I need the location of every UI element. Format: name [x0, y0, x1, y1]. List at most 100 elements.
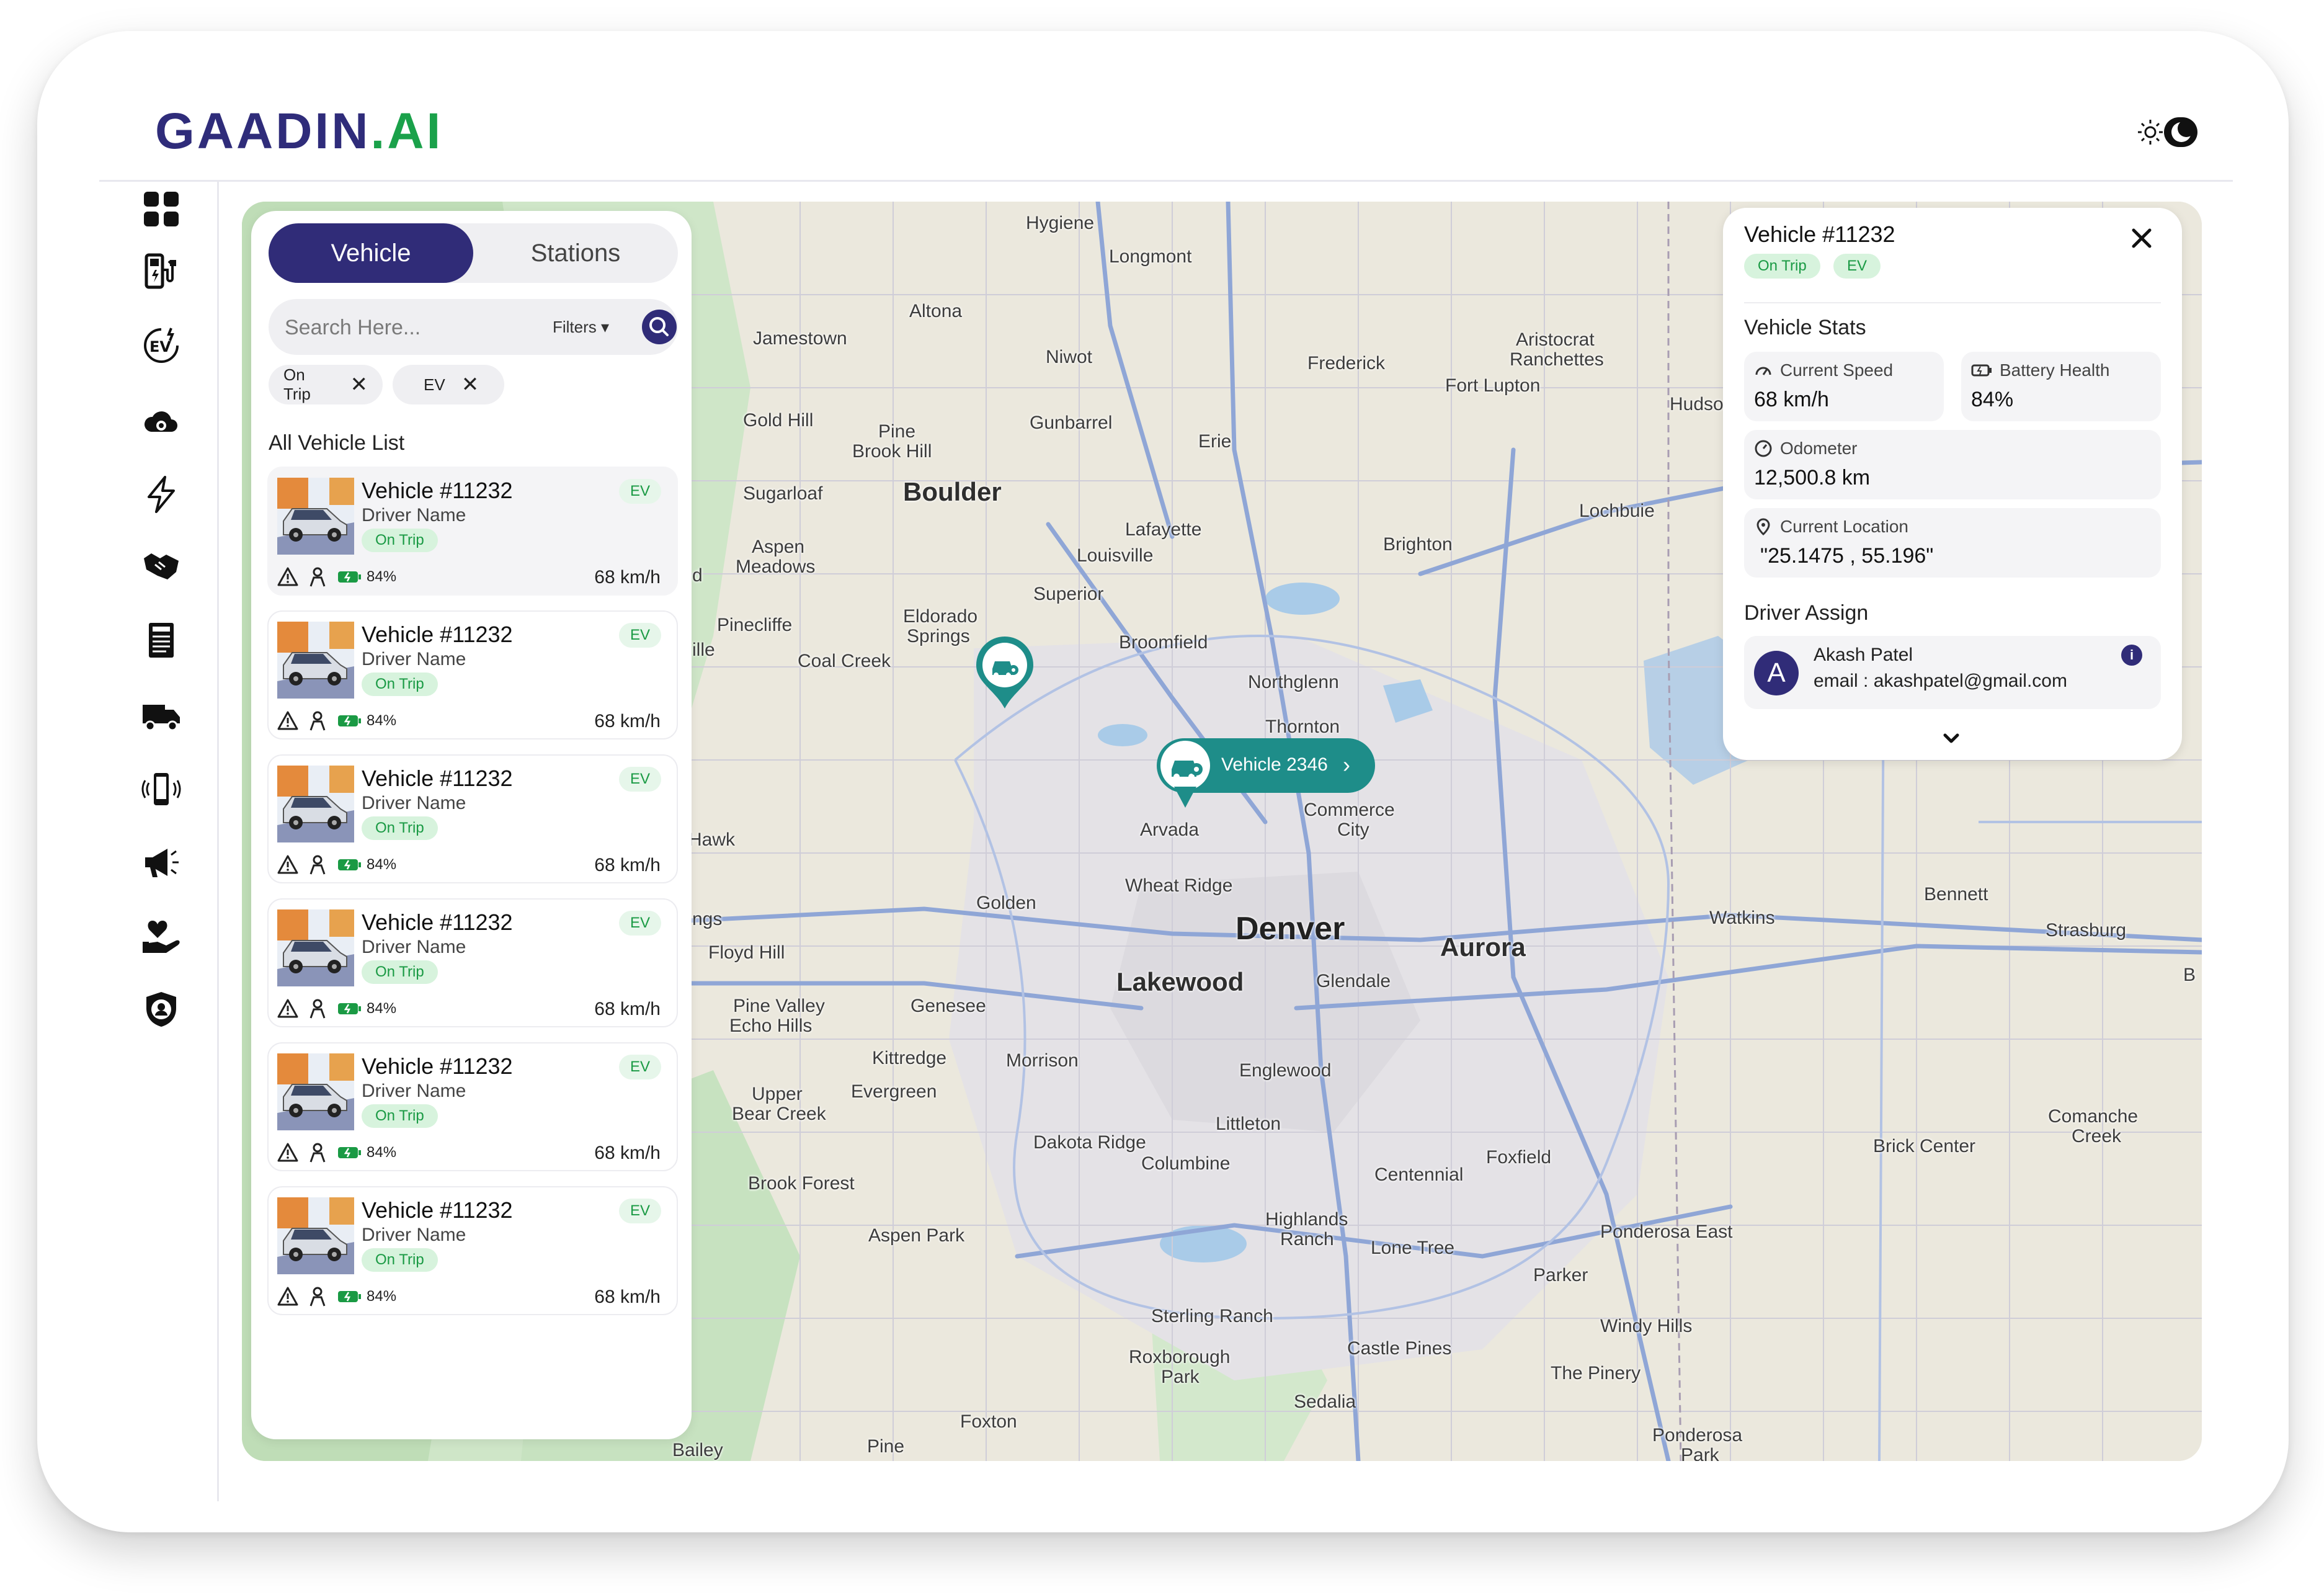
vehicle-thumbnail [277, 909, 354, 986]
map-label: Englewood [1239, 1060, 1332, 1081]
battery-charging-icon [338, 1147, 361, 1158]
map-label: Windy Hills [1600, 1316, 1693, 1336]
vehicle-thumbnail [277, 766, 354, 842]
truck-icon[interactable] [141, 696, 181, 736]
lightning-icon[interactable] [141, 475, 181, 514]
mobile-vibrate-icon[interactable] [141, 769, 181, 809]
battery-level: 84% [367, 1000, 397, 1017]
status-badge: On Trip [362, 816, 438, 840]
svg-text:EV: EV [149, 338, 171, 355]
map-label: Aspen Park [868, 1225, 965, 1246]
map-label: Park [1161, 1367, 1200, 1387]
ev-badge-icon[interactable]: EV [141, 326, 181, 365]
vehicle-thumbnail-image [277, 909, 354, 986]
map-label: Pine [878, 421, 916, 442]
vehicle-list-item[interactable]: Vehicle #11232 Driver Name On Trip EV 84% 68 … [267, 898, 678, 1027]
filters-dropdown[interactable]: Filters ▾ [553, 318, 609, 337]
close-icon: ✕ [461, 373, 479, 396]
filter-chip-on-trip[interactable]: On Trip ✕ [269, 365, 383, 404]
vehicle-name: Vehicle #11232 [362, 766, 513, 791]
driver-name: Driver Name [362, 1081, 466, 1101]
close-button[interactable] [2125, 221, 2158, 255]
map-label: Springs [907, 626, 970, 646]
vehicle-detail-panel: Vehicle #11232 On Trip EV Vehicle Stats … [1723, 208, 2182, 760]
warning-icon [277, 711, 298, 730]
map-label: Hudso [1670, 394, 1724, 414]
driver-card[interactable]: A Akash Patel email : akashpatel@gmail.c… [1744, 636, 2161, 709]
map-label: Aurora [1440, 932, 1526, 962]
battery-icon [1971, 364, 1992, 377]
vehicle-list-item[interactable]: Vehicle #11232 Driver Name On Trip EV 84% 68 … [267, 610, 678, 739]
map-label: Gold Hill [743, 410, 814, 431]
type-badge: EV [619, 479, 662, 504]
close-icon: ✕ [350, 373, 368, 396]
vehicle-name: Vehicle #11232 [362, 622, 513, 647]
map-label: Glendale [1316, 971, 1391, 991]
vehicle-indicators: 84% [277, 1142, 396, 1164]
vehicle-list-item[interactable]: Vehicle #11232 Driver Name On Trip EV 84% 68 … [267, 467, 678, 596]
driver-icon [309, 1143, 326, 1163]
speed-stat: Current Speed 68 km/h [1744, 352, 1944, 421]
map-label: Hawk [688, 829, 736, 850]
expand-button[interactable] [1939, 729, 1964, 748]
sidebar-divider [217, 180, 219, 1501]
theme-toggle[interactable] [2137, 115, 2199, 150]
vehicle-thumbnail-image [277, 1197, 354, 1274]
vehicle-list-item[interactable]: Vehicle #11232 Driver Name On Trip EV 84% 68 … [267, 1042, 678, 1171]
map-label: Evergreen [851, 1081, 937, 1102]
app-logo: GAADIN.AI [155, 103, 443, 159]
map-label: Creek [2072, 1126, 2122, 1146]
vehicle-thumbnail [277, 1053, 354, 1130]
type-badge: EV [619, 1055, 662, 1079]
map-label: Aspen [752, 537, 805, 557]
filter-chip-ev[interactable]: EV ✕ [393, 365, 504, 404]
tab-stations[interactable]: Stations [473, 223, 678, 283]
megaphone-icon[interactable] [141, 842, 181, 882]
handshake-icon[interactable] [141, 546, 181, 586]
odometer-stat: Odometer 12,500.8 km [1744, 430, 2161, 499]
map-label: Ranchettes [1510, 349, 1604, 370]
cloud-settings-icon[interactable] [141, 402, 181, 442]
map-label: Wheat Ridge [1125, 875, 1233, 896]
map-label: Morrison [1006, 1050, 1079, 1071]
map-label: Coal Creek [798, 651, 891, 671]
dashboard-grid-icon[interactable] [141, 189, 181, 229]
vehicle-list-panel: Vehicle Stations Filters ▾ On Trip✕ EV✕ … [251, 211, 692, 1439]
info-icon[interactable]: i [2121, 645, 2142, 666]
vehicle-list-item[interactable]: Vehicle #11232 Driver Name On Trip EV 84% 68 … [267, 754, 678, 883]
vehicle-map-pin[interactable] [973, 634, 1037, 711]
battery-charging-icon [338, 715, 361, 726]
vehicle-marker-label: Vehicle 2346 [1221, 754, 1328, 775]
vehicle-speed: 68 km/h [594, 567, 661, 588]
status-badge: On Trip [362, 529, 438, 552]
sun-icon [2138, 120, 2163, 145]
driver-icon [309, 567, 326, 587]
status-badge: On Trip [362, 672, 438, 696]
report-icon[interactable] [141, 620, 181, 660]
vehicle-speed: 68 km/h [594, 711, 661, 731]
battery-charging-icon [338, 859, 361, 870]
map-label: Frederick [1307, 353, 1386, 373]
shield-user-icon[interactable] [141, 990, 181, 1029]
tab-vehicle[interactable]: Vehicle [269, 223, 473, 283]
map-label: Pinecliffe [717, 615, 793, 635]
search-button[interactable] [642, 310, 677, 344]
search-input[interactable] [283, 311, 534, 344]
vehicle-marker-pill[interactable]: Vehicle 2346 › [1157, 738, 1375, 808]
hand-heart-icon[interactable] [141, 917, 181, 957]
map-label: Foxton [960, 1411, 1017, 1432]
search-bar: Filters ▾ [269, 299, 678, 355]
map-label: ille [692, 640, 715, 660]
vehicle-list-item[interactable]: Vehicle #11232 Driver Name On Trip EV 84% 68 … [267, 1186, 678, 1315]
driver-icon [309, 711, 326, 731]
map-label: Ponderosa East [1600, 1222, 1733, 1242]
map-label: Highlands [1265, 1209, 1348, 1230]
map-label: Brook Hill [852, 441, 932, 462]
vehicle-thumbnail [277, 1197, 354, 1274]
map-label: Floyd Hill [708, 942, 785, 963]
map-label: Eldorado [903, 606, 978, 627]
vehicle-speed: 68 km/h [594, 1287, 661, 1307]
ev-station-icon[interactable] [141, 251, 181, 291]
map-label: City [1337, 820, 1369, 840]
map-label: Castle Pines [1347, 1338, 1452, 1359]
